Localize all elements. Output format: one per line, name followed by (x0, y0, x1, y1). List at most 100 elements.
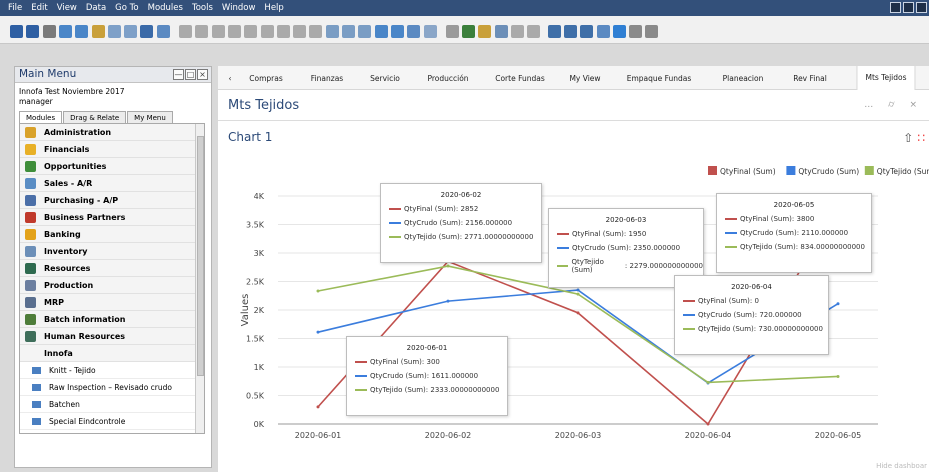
menu-data[interactable]: Data (86, 3, 106, 13)
data-point[interactable] (706, 380, 710, 384)
form-settings-icon[interactable] (527, 25, 541, 38)
document-icon[interactable] (107, 25, 121, 38)
module-opportunities[interactable]: Opportunities (20, 158, 204, 175)
layout-icon[interactable] (645, 25, 659, 38)
menu-item[interactable]: Batchen (20, 396, 204, 413)
minimize-icon[interactable]: — (173, 69, 184, 80)
export-icon[interactable] (58, 25, 72, 38)
find-icon[interactable] (179, 25, 192, 38)
menu-view[interactable]: View (57, 3, 77, 13)
restore-icon[interactable] (903, 2, 914, 13)
tab-servicio[interactable]: Servicio (370, 74, 400, 83)
module-sales-a-r[interactable]: Sales - A/R (20, 175, 204, 192)
copy-icon[interactable] (124, 25, 138, 38)
tab-drag-relate[interactable]: Drag & Relate (63, 111, 127, 123)
export-icon[interactable]: ⇧ (903, 131, 913, 145)
data-point[interactable] (316, 289, 320, 293)
module-business-partners[interactable]: Business Partners (20, 209, 204, 226)
module-banking[interactable]: Banking (20, 226, 204, 243)
print-layout-icon[interactable] (75, 25, 89, 38)
close-icon[interactable]: × (197, 69, 208, 80)
module-list-scrollbar[interactable] (195, 124, 204, 433)
next-record-icon[interactable] (244, 25, 258, 38)
data-point[interactable] (316, 330, 320, 334)
settings-icon[interactable] (547, 25, 561, 38)
user-icon[interactable] (596, 25, 610, 38)
edit-icon[interactable] (445, 25, 459, 38)
menu-item[interactable]: Raw Inspection – Revisado crudo (20, 379, 204, 396)
journal-icon[interactable] (407, 25, 421, 38)
data-point[interactable] (316, 405, 320, 409)
tab-my-menu[interactable]: My Menu (127, 111, 173, 123)
module-human-resources[interactable]: Human Resources (20, 328, 204, 345)
tab-corte-fundas[interactable]: Corte Fundas (495, 74, 545, 83)
menu-help[interactable]: Help (264, 3, 283, 13)
data-point[interactable] (576, 288, 580, 292)
target-document-icon[interactable] (342, 25, 355, 38)
sort-icon[interactable] (309, 25, 323, 38)
filter-icon[interactable] (293, 25, 307, 38)
transaction-icon[interactable] (423, 25, 437, 38)
scrollbar-thumb[interactable] (197, 136, 204, 376)
panel-controls[interactable]: … ⌭ × (864, 100, 923, 110)
add-icon[interactable] (195, 25, 209, 38)
base-document-icon[interactable] (325, 25, 339, 38)
tab-compras[interactable]: Compras (249, 74, 282, 83)
tab-my-view[interactable]: My View (569, 74, 600, 83)
approval-icon[interactable] (462, 25, 476, 38)
upload-icon[interactable] (156, 25, 170, 38)
module-administration[interactable]: Administration (20, 124, 204, 141)
tab-rev-final[interactable]: Rev Final (793, 74, 827, 83)
window-icon[interactable] (629, 25, 643, 38)
menu-edit[interactable]: Edit (31, 3, 47, 13)
tab-planeacion[interactable]: Planeacion (723, 74, 764, 83)
data-point[interactable] (446, 264, 450, 268)
print-icon[interactable] (26, 25, 40, 38)
calendar-icon[interactable] (511, 25, 524, 38)
launch-icon[interactable] (91, 25, 105, 38)
message-icon[interactable] (494, 25, 508, 38)
reports-icon[interactable] (580, 25, 594, 38)
menu-tools[interactable]: Tools (192, 3, 213, 13)
gross-profit-icon[interactable] (374, 25, 388, 38)
close-icon[interactable] (916, 2, 927, 13)
tab-finanzas[interactable]: Finanzas (311, 74, 343, 83)
data-point[interactable] (706, 422, 710, 426)
scroll-left-icon[interactable]: ‹ (229, 74, 232, 83)
menu-window[interactable]: Window (222, 3, 256, 13)
preview-icon[interactable] (10, 25, 23, 38)
relationship-icon[interactable] (276, 25, 290, 38)
note-icon[interactable] (478, 25, 492, 38)
tab-producci-n[interactable]: Producción (427, 74, 468, 83)
module-resources[interactable]: Resources (20, 260, 204, 277)
module-production[interactable]: Production (20, 277, 204, 294)
menu-file[interactable]: File (8, 3, 22, 13)
minimize-icon[interactable] (890, 2, 901, 13)
queries-icon[interactable] (563, 25, 577, 38)
duplicate-icon[interactable] (358, 25, 372, 38)
menu-go-to[interactable]: Go To (115, 3, 138, 13)
maximize-icon[interactable]: □ (185, 69, 196, 80)
module-financials[interactable]: Financials (20, 141, 204, 158)
last-record-icon[interactable] (260, 25, 274, 38)
menu-modules[interactable]: Modules (148, 3, 183, 13)
tab-modules[interactable]: Modules (19, 111, 63, 123)
first-record-icon[interactable] (211, 25, 225, 38)
data-point[interactable] (836, 374, 840, 378)
grid-icon[interactable]: ∷ (917, 131, 925, 145)
module-purchasing-a-p[interactable]: Purchasing - A/P (20, 192, 204, 209)
save-icon[interactable] (140, 25, 154, 38)
email-icon[interactable] (42, 25, 56, 38)
tab-empaque-fundas[interactable]: Empaque Fundas (627, 74, 692, 83)
hide-dashboard-link[interactable]: Hide dashboar (876, 462, 927, 470)
menu-item[interactable]: Special Eindcontrole (20, 413, 204, 430)
module-innofa[interactable]: Innofa (20, 345, 204, 362)
module-mrp[interactable]: MRP (20, 294, 204, 311)
data-point[interactable] (446, 299, 450, 303)
module-inventory[interactable]: Inventory (20, 243, 204, 260)
previous-record-icon[interactable] (227, 25, 241, 38)
menu-item[interactable]: Knitt - Tejido (20, 362, 204, 379)
help-icon[interactable] (612, 25, 626, 38)
data-point[interactable] (836, 302, 840, 306)
tab-mts-tejidos[interactable]: Mts Tejidos (856, 66, 916, 90)
